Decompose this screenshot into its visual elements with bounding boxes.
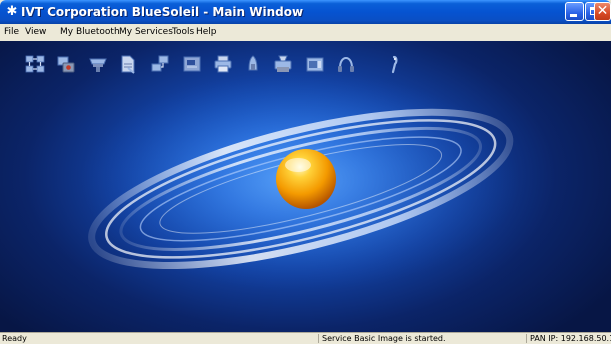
bluesoleil-orb-graphic (80, 71, 520, 291)
close-icon: ✕ (596, 3, 609, 19)
status-separator (318, 334, 319, 343)
main-window-canvas (0, 41, 611, 332)
menu-file[interactable]: File (4, 26, 19, 39)
window-title: IVT Corporation BlueSoleil - Main Window (21, 5, 304, 19)
status-separator (526, 334, 527, 343)
menu-my-bluetooth[interactable]: My Bluetooth (60, 26, 120, 39)
status-ready: Ready (2, 334, 27, 343)
minimize-icon (570, 14, 577, 17)
status-pan-ip: PAN IP: 192.168.50.1 (530, 334, 611, 343)
minimize-button[interactable] (565, 2, 584, 21)
menu-my-services[interactable]: My Services (119, 26, 173, 39)
menu-view[interactable]: View (25, 26, 46, 39)
menu-tools[interactable]: Tools (172, 26, 194, 39)
close-button[interactable]: ✕ (594, 2, 611, 21)
menu-help[interactable]: Help (196, 26, 217, 39)
menu-bar: File View My Bluetooth My Services Tools… (0, 24, 611, 41)
bluetooth-icon[interactable]: ✱ (6, 4, 18, 20)
status-bar: Ready Service Basic Image is started. PA… (0, 332, 611, 344)
status-service-message: Service Basic Image is started. (322, 334, 446, 343)
title-bar[interactable]: ✱ IVT Corporation BlueSoleil - Main Wind… (0, 0, 611, 24)
